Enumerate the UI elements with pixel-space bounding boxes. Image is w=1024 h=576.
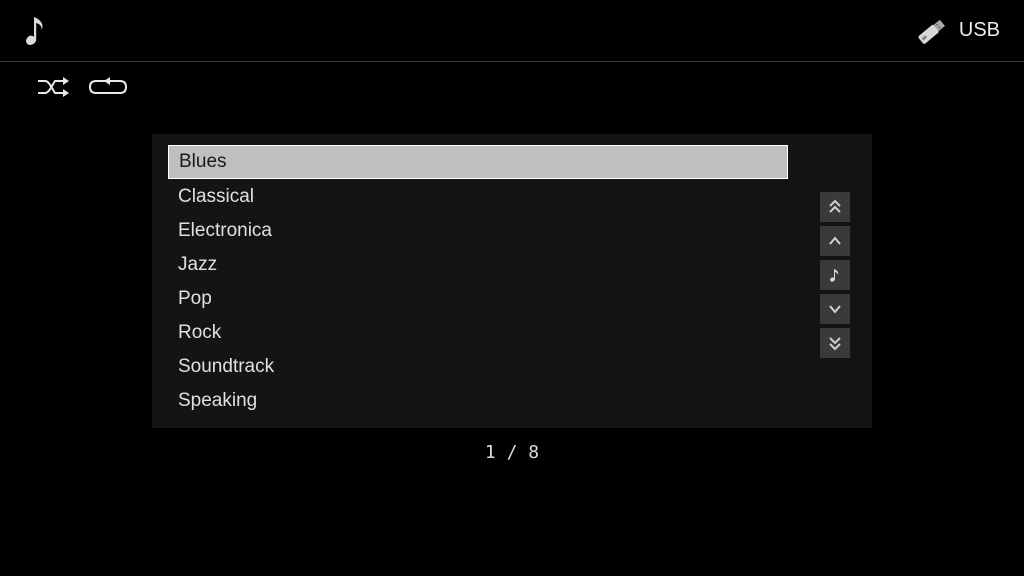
usb-icon — [913, 16, 949, 46]
pager-total: 8 — [528, 442, 539, 463]
page-down-button[interactable] — [820, 328, 850, 358]
list-item[interactable]: Electronica — [168, 214, 788, 248]
list-item-label: Electronica — [178, 220, 272, 242]
music-note-icon — [24, 13, 50, 49]
list-item-label: Rock — [178, 322, 221, 344]
list-item[interactable]: Classical — [168, 180, 788, 214]
music-note-small-icon — [828, 267, 842, 283]
list-item-label: Classical — [178, 186, 254, 208]
chevron-down-icon — [827, 301, 843, 317]
shuffle-icon[interactable] — [36, 76, 72, 98]
controls-bar — [0, 62, 1024, 112]
chevron-double-up-icon — [827, 199, 843, 215]
page-up-button[interactable] — [820, 192, 850, 222]
list-item-label: Jazz — [178, 254, 217, 276]
down-button[interactable] — [820, 294, 850, 324]
list-item-label: Blues — [179, 151, 227, 173]
list-item[interactable]: Speaking — [168, 384, 788, 418]
header-right: USB — [913, 16, 1000, 46]
genre-list-panel: Blues Classical Electronica Jazz Pop Roc… — [152, 134, 872, 428]
pager-current: 1 — [485, 442, 496, 463]
list-item[interactable]: Jazz — [168, 248, 788, 282]
list-item-label: Pop — [178, 288, 212, 310]
chevron-double-down-icon — [827, 335, 843, 351]
up-button[interactable] — [820, 226, 850, 256]
header-left — [24, 13, 50, 49]
source-label: USB — [959, 19, 1000, 42]
list-item[interactable]: Pop — [168, 282, 788, 316]
list-item-label: Soundtrack — [178, 356, 274, 378]
list-item-label: Speaking — [178, 390, 257, 412]
list-item[interactable]: Soundtrack — [168, 350, 788, 384]
repeat-icon[interactable] — [86, 76, 130, 98]
play-button[interactable] — [820, 260, 850, 290]
header: USB — [0, 0, 1024, 62]
chevron-up-icon — [827, 233, 843, 249]
nav-column — [820, 192, 850, 358]
list-item[interactable]: Blues — [168, 145, 788, 179]
list-item[interactable]: Rock — [168, 316, 788, 350]
pager-separator: / — [496, 442, 529, 463]
genre-list: Blues Classical Electronica Jazz Pop Roc… — [168, 145, 788, 418]
pager: 1 / 8 — [152, 442, 872, 463]
